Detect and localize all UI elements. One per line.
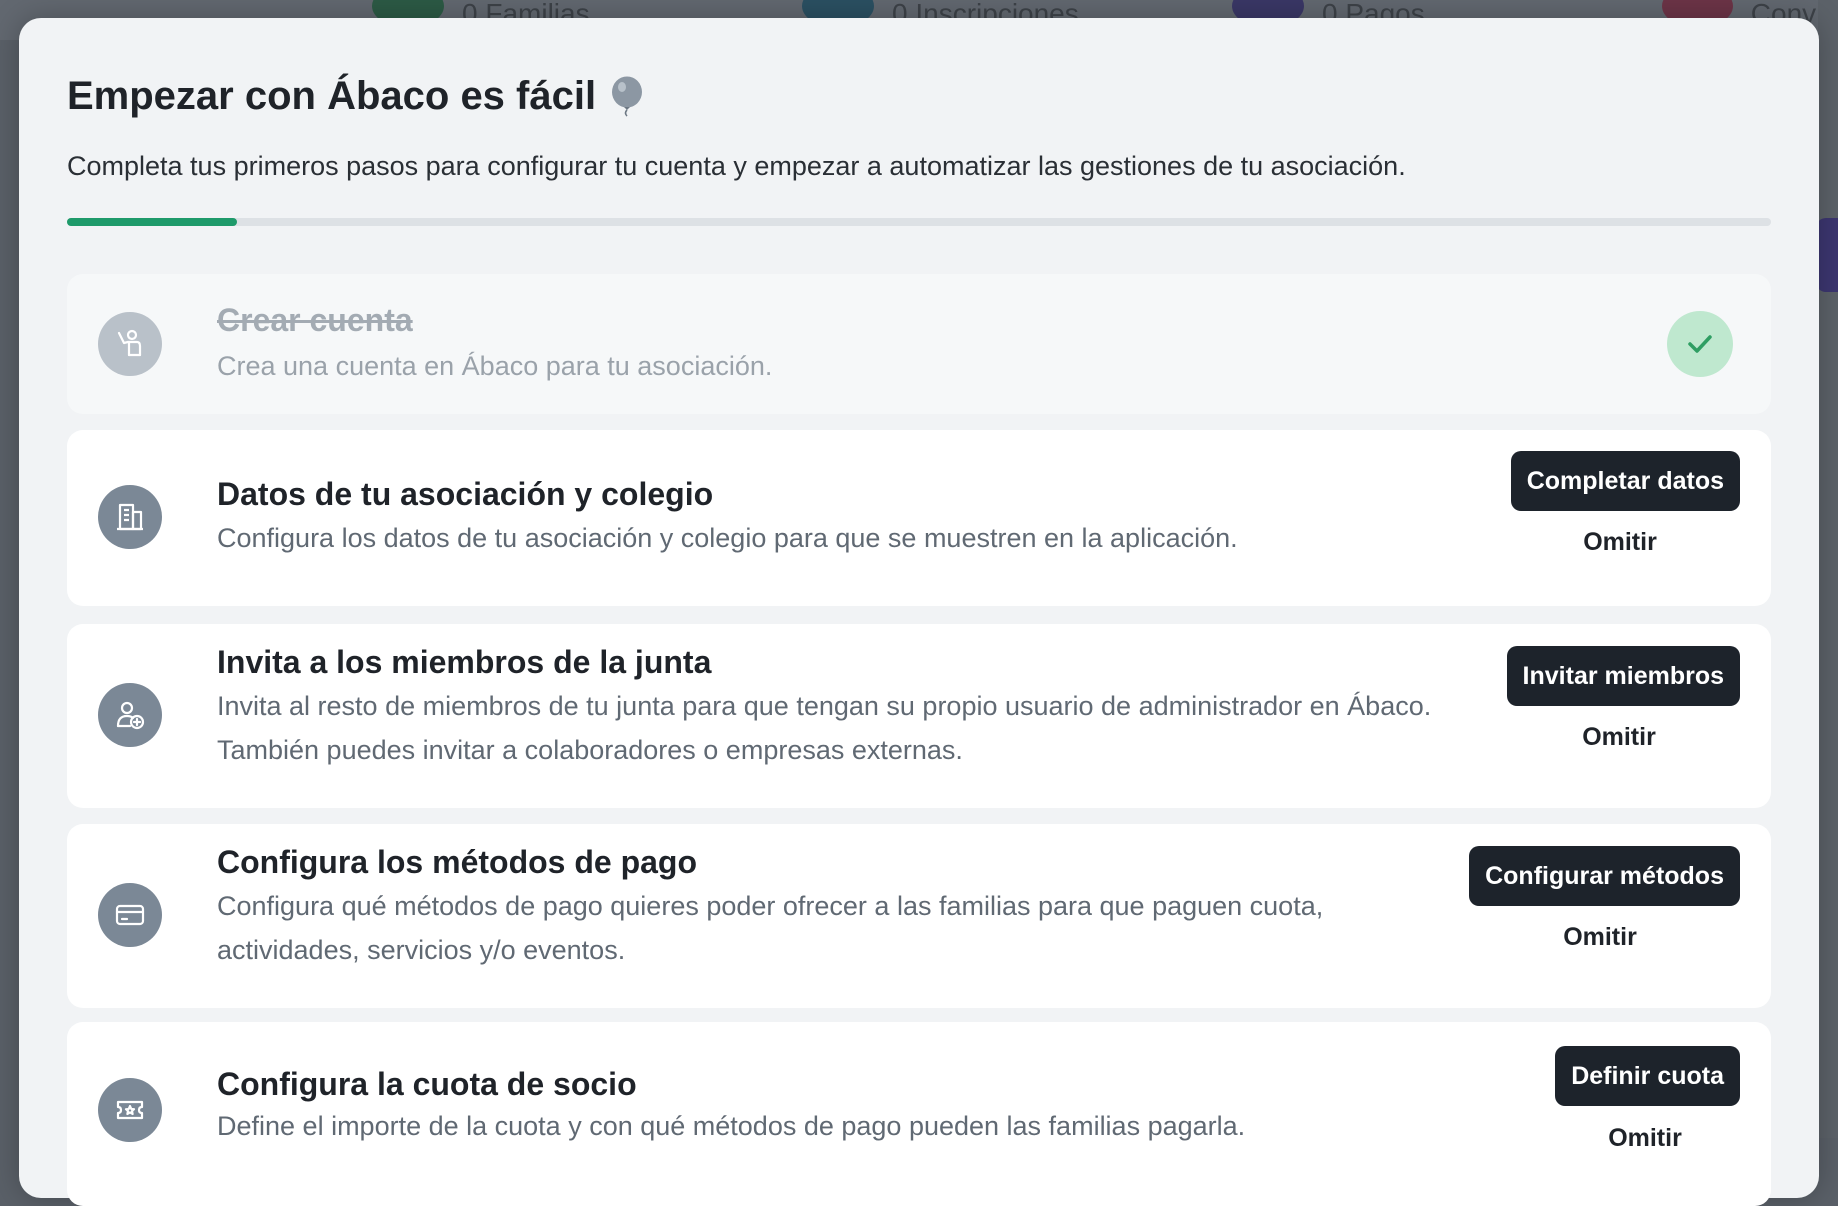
background-right-edge [1818,0,1838,1138]
invite-members-button[interactable]: Invitar miembros [1506,646,1740,706]
step-description: Configura los datos de tu asociación y c… [217,523,1238,553]
define-fee-button[interactable]: Definir cuota [1555,1046,1740,1106]
modal-title: Empezar con Ábaco es fácil [67,72,644,120]
skip-button[interactable]: Omitir [1498,723,1740,752]
step-invite-members: Invita a los miembros de la junta Invita… [67,624,1771,808]
modal-subtitle: Completa tus primeros pasos para configu… [67,151,1406,181]
balloon-icon [610,76,644,117]
progress-fill [67,218,238,226]
step-title: Invita a los miembros de la junta [217,644,712,680]
step-description: Configura qué métodos de pago quieres po… [217,891,1324,965]
ticket-icon [98,1078,162,1142]
complete-data-button[interactable]: Completar datos [1510,451,1740,511]
skip-button[interactable]: Omitir [1460,923,1740,952]
step-title: Crear cuenta [217,302,413,338]
step-create-account: Crear cuenta Crea una cuenta en Ábaco pa… [67,274,1771,414]
step-title: Configura los métodos de pago [217,844,698,880]
background-side-button [1816,218,1838,292]
skip-button[interactable]: Omitir [1550,1124,1740,1153]
modal-title-text: Empezar con Ábaco es fácil [67,74,597,118]
onboarding-progress-bar [67,218,1771,226]
checkmark-icon [1667,311,1733,377]
user-add-icon [98,683,162,747]
configure-methods-button[interactable]: Configurar métodos [1469,846,1740,906]
person-waving-icon [98,312,162,376]
step-association-data: Datos de tu asociación y colegio Configu… [67,430,1771,606]
building-icon [98,485,162,549]
credit-card-icon [98,883,162,947]
step-payment-methods: Configura los métodos de pago Configura … [67,824,1771,1008]
skip-button[interactable]: Omitir [1500,528,1740,557]
step-description: Invita al resto de miembros de tu junta … [217,691,1432,765]
step-title: Configura la cuota de socio [217,1066,637,1102]
onboarding-modal: Empezar con Ábaco es fácil Completa tus … [19,18,1819,1206]
step-title: Datos de tu asociación y colegio [217,476,714,512]
step-membership-fee: Configura la cuota de socio Define el im… [67,1022,1771,1206]
step-description: Crea una cuenta en Ábaco para tu asociac… [217,351,773,381]
step-description: Define el importe de la cuota y con qué … [217,1111,1246,1141]
